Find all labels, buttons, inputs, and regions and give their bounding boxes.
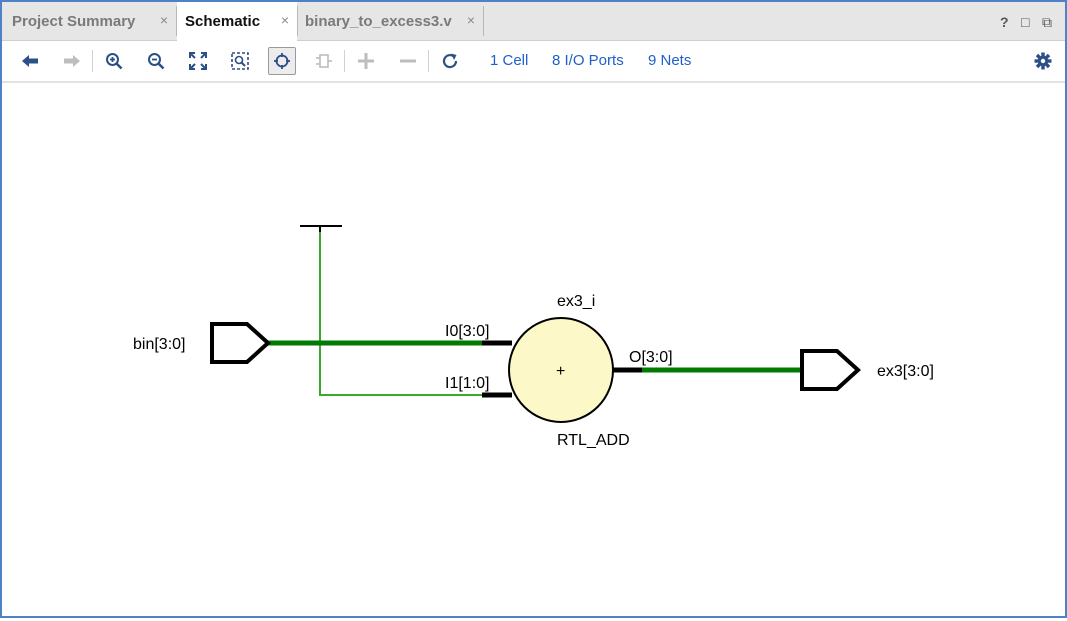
zoom-out-icon[interactable] [142,47,170,75]
forward-arrow-icon[interactable] [58,47,86,75]
toolbar-divider [92,50,93,72]
schematic-canvas[interactable]: bin[3:0] ex3[3:0] ex3_i RTL_ADD + I0[3:0… [2,83,1065,616]
pin-label-i1: I1[1:0] [445,375,489,392]
select-mode-icon[interactable] [268,47,296,75]
output-port-ex3[interactable] [800,349,861,391]
tab-project-summary[interactable]: Project Summary × [2,2,176,40]
cells-count-link[interactable]: 1 Cell [490,52,528,69]
schematic-window: Project Summary × Schematic × binary_to_… [0,0,1067,618]
zoom-area-icon[interactable] [226,47,254,75]
toolbar-divider [344,50,345,72]
zoom-fit-icon[interactable] [184,47,212,75]
pin-label-o: O[3:0] [629,349,673,366]
close-icon[interactable]: × [281,12,289,28]
cell-type-label: RTL_ADD [557,432,630,449]
expand-icon[interactable] [352,47,380,75]
tab-divider [483,6,484,36]
tab-schematic[interactable]: Schematic × [177,2,297,41]
help-icon[interactable]: ? [1000,14,1009,30]
tab-label: binary_to_excess3.v [305,12,452,30]
tab-label: Project Summary [12,12,136,30]
ports-icon[interactable] [310,47,338,75]
close-icon[interactable]: × [467,12,475,28]
adder-symbol: + [556,363,565,380]
tab-label: Schematic [185,13,261,30]
collapse-icon[interactable] [394,47,422,75]
io-ports-count-link[interactable]: 8 I/O Ports [552,52,624,69]
settings-icon[interactable] [1029,47,1057,75]
cell-instance-name: ex3_i [557,293,595,310]
input-port-label: bin[3:0] [133,336,185,353]
tab-bar: Project Summary × Schematic × binary_to_… [2,2,1065,41]
output-port-label: ex3[3:0] [877,363,934,380]
close-icon[interactable]: × [160,12,168,28]
toolbar-divider [428,50,429,72]
pin-label-i0: I0[3:0] [445,323,489,340]
zoom-in-icon[interactable] [100,47,128,75]
maximize-icon[interactable]: □ [1021,14,1029,30]
float-window-icon[interactable]: ⧉ [1042,14,1052,31]
tab-binary-to-excess3[interactable]: binary_to_excess3.v × [298,2,483,40]
net-wire-constant-to-i1[interactable] [319,232,482,396]
nets-count-link[interactable]: 9 Nets [648,52,691,69]
refresh-icon[interactable] [436,47,464,75]
input-port-bin[interactable] [210,322,271,364]
toolbar: 1 Cell 8 I/O Ports 9 Nets [2,41,1065,83]
back-arrow-icon[interactable] [16,47,44,75]
